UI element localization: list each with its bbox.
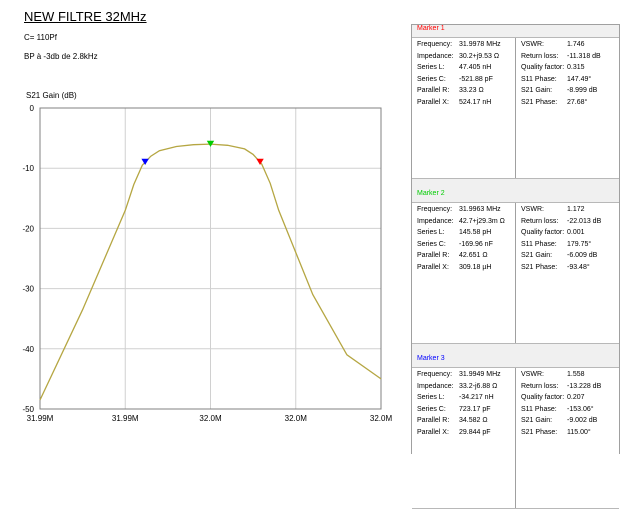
field-name: Series L: xyxy=(417,64,445,72)
field-value: 115.00° xyxy=(567,428,591,436)
column-divider xyxy=(515,38,516,178)
field-value: 179.75° xyxy=(567,240,592,248)
field-name: S21 Phase: xyxy=(521,98,558,106)
y-tick-label: -50 xyxy=(22,405,34,414)
x-tick-labels: 31.99M 31.99M 32.0M 32.0M 32.0M xyxy=(27,414,393,423)
marker-2-title: Marker 2 xyxy=(417,190,445,197)
field-value: 147.49° xyxy=(567,75,592,83)
field-name: Parallel X: xyxy=(417,263,449,271)
marker-1-triangle xyxy=(256,158,264,165)
field-name: Series C: xyxy=(417,75,446,83)
field-name: S11 Phase: xyxy=(521,240,557,248)
x-tick-label: 32.0M xyxy=(285,414,308,423)
field-value: 47.405 nH xyxy=(459,64,492,72)
field-name: S21 Gain: xyxy=(521,252,553,260)
field-name: Impedance: xyxy=(417,382,454,390)
marker-2-values: Frequency: 31.9963 MHz Impedance: 42.7+j29.… xyxy=(412,202,619,344)
field-name: Frequency: xyxy=(417,371,453,378)
field-name: S21 Gain: xyxy=(521,417,553,425)
field-value: 145.58 pH xyxy=(459,229,492,237)
field-name: Frequency: xyxy=(417,206,453,213)
field-name: Return loss: xyxy=(521,52,559,60)
field-name: Quality factor: xyxy=(521,229,565,237)
field-value: 309.18 µH xyxy=(459,263,492,271)
column-divider xyxy=(515,203,516,343)
field-value: -521.88 pF xyxy=(459,75,493,83)
field-name: S11 Phase: xyxy=(521,405,557,413)
field-value: 42.651 Ω xyxy=(459,252,488,260)
field-value: 33.2-j6.88 Ω xyxy=(459,382,498,390)
field-value: -9.002 dB xyxy=(567,417,598,425)
field-value: 0.001 xyxy=(567,229,585,237)
field-name: VSWR: xyxy=(521,41,544,48)
field-name: Impedance: xyxy=(417,217,454,225)
field-name: Parallel X: xyxy=(417,428,449,436)
field-name: S21 Phase: xyxy=(521,263,558,271)
column-divider xyxy=(515,368,516,508)
y-tick-label: -40 xyxy=(22,345,34,354)
field-name: Series C: xyxy=(417,405,446,413)
x-tick-label: 32.0M xyxy=(370,414,393,423)
field-name: Return loss: xyxy=(521,382,559,390)
field-name: Series C: xyxy=(417,240,446,248)
field-name: Parallel R: xyxy=(417,87,450,95)
marker-3-triangle xyxy=(141,158,149,165)
field-value: 31.9949 MHz xyxy=(459,371,501,378)
field-value: 34.582 Ω xyxy=(459,417,488,425)
x-tick-label: 32.0M xyxy=(199,414,222,423)
marker-1-title: Marker 1 xyxy=(417,25,445,32)
y-tick-label: -10 xyxy=(22,164,34,173)
field-name: Parallel X: xyxy=(417,98,449,106)
field-name: VSWR: xyxy=(521,371,544,378)
y-tick-label: -20 xyxy=(22,224,34,233)
field-value: 1.172 xyxy=(567,206,585,213)
x-tick-label: 31.99M xyxy=(27,414,54,423)
field-name: S21 Phase: xyxy=(521,428,558,436)
marker-3-values: Frequency: 31.9949 MHz Impedance: 33.2-j6.8… xyxy=(412,367,619,509)
field-value: -34.217 nH xyxy=(459,394,494,402)
s21-gain-chart: 0-10-20-30-40-50 31.99M 31.99M 32.0M 32.0M 3… xyxy=(22,104,393,423)
field-value: -169.96 nF xyxy=(459,240,493,248)
field-value: 524.17 nH xyxy=(459,98,492,106)
field-value: -93.48° xyxy=(567,263,590,271)
field-name: Series L: xyxy=(417,394,445,402)
field-value: -6.009 dB xyxy=(567,252,598,260)
field-value: 0.207 xyxy=(567,394,585,402)
field-value: -11.318 dB xyxy=(567,52,601,60)
field-value: -153.06° xyxy=(567,405,594,413)
field-value: -8.999 dB xyxy=(567,87,598,95)
field-value: 0.315 xyxy=(567,64,585,72)
field-name: S11 Phase: xyxy=(521,75,557,83)
field-name: Parallel R: xyxy=(417,417,450,425)
field-value: 31.9963 MHz xyxy=(459,206,501,213)
field-value: 723.17 pF xyxy=(459,405,491,413)
marker-3-title: Marker 3 xyxy=(417,355,445,362)
field-value: 42.7+j29.3m Ω xyxy=(459,217,505,225)
y-tick-label: -30 xyxy=(22,285,34,294)
field-value: -13.228 dB xyxy=(567,382,602,390)
field-name: Frequency: xyxy=(417,41,453,48)
marker-1-values: Frequency: 31.9978 MHz Impedance: 30.2+j9.5… xyxy=(412,37,619,179)
field-name: Return loss: xyxy=(521,217,559,225)
field-name: Quality factor: xyxy=(521,64,565,72)
y-tick-labels: 0 -10 -20 -30 -40 -50 xyxy=(22,104,34,414)
field-value: 29.844 pF xyxy=(459,428,491,436)
y-tick-label: 0 xyxy=(30,104,35,113)
field-value: 1.746 xyxy=(567,41,585,48)
field-name: Quality factor: xyxy=(521,394,565,402)
field-value: 1.558 xyxy=(567,371,585,378)
field-value: 31.9978 MHz xyxy=(459,41,501,48)
field-name: Parallel R: xyxy=(417,252,450,260)
field-value: 27.68° xyxy=(567,98,588,106)
marker-panel: Marker 1 Frequency: 31.9978 MHz Impedance: 3… xyxy=(411,24,620,509)
field-value: 33.23 Ω xyxy=(459,87,484,95)
field-value: 30.2+j9.53 Ω xyxy=(459,52,500,60)
field-value: -22.013 dB xyxy=(567,217,602,225)
field-name: S21 Gain: xyxy=(521,87,553,95)
field-name: VSWR: xyxy=(521,206,544,213)
x-tick-label: 31.99M xyxy=(112,414,139,423)
field-name: Series L: xyxy=(417,229,445,237)
field-name: Impedance: xyxy=(417,52,454,60)
chart-grid xyxy=(40,108,381,409)
